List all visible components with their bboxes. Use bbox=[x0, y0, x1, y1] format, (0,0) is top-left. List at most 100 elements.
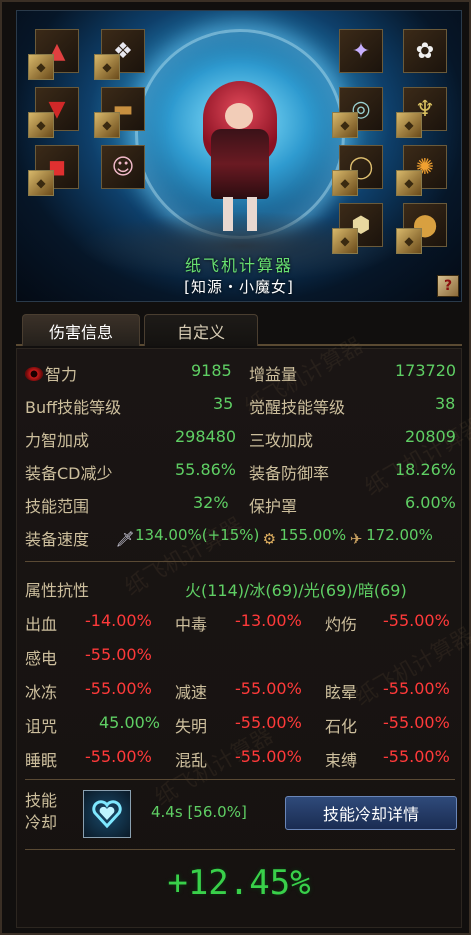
status-label: 减速 bbox=[175, 683, 208, 702]
intelligence-value: 9185 bbox=[191, 361, 232, 380]
equip-cd-reduction-label: 装备CD减少 bbox=[25, 464, 113, 483]
shield-value: 6.00% bbox=[405, 493, 456, 512]
app-frame: ▲ ◆ ❖ ◆ ▼ ◆ ▬ ◆ ◼ ◆ ☺ ✦ ✿ ◎ ◆ ♆ ◆ ◯ ◆ ✺ … bbox=[0, 0, 471, 935]
status-label: 出血 bbox=[25, 615, 58, 634]
shield-label: 保护罩 bbox=[249, 497, 298, 516]
cooldown-detail-button[interactable]: 技能冷却详情 bbox=[285, 796, 457, 830]
status-value: -55.00% bbox=[383, 611, 450, 630]
buff-skill-level-value: 35 bbox=[213, 394, 234, 413]
character-class: [知源・小魔女] bbox=[184, 278, 294, 296]
status-label: 感电 bbox=[25, 649, 58, 668]
status-row: 诅咒 45.00% 失明 -55.00% 石化 -55.00% bbox=[17, 709, 461, 739]
status-label: 中毒 bbox=[175, 615, 208, 634]
equip-defense-rate-value: 18.26% bbox=[395, 460, 457, 479]
three-atk-bonus-value: 20809 bbox=[405, 427, 456, 446]
status-value: 45.00% bbox=[99, 713, 161, 732]
equip-slot-necklace[interactable]: ♆ ◆ bbox=[396, 87, 447, 138]
status-value: -55.00% bbox=[235, 679, 302, 698]
emblem-icon: ◆ bbox=[332, 170, 358, 196]
awakening-skill-level-value: 38 bbox=[435, 394, 456, 413]
stat-row-speed: 装备速度 🗡134.00%(+15%) ⚙ 155.00% ✈ 172.00% bbox=[17, 522, 461, 552]
equip-slot-magic-stone[interactable]: ⬢ ◆ bbox=[332, 203, 383, 254]
equip-slot-support[interactable]: ✺ ◆ bbox=[396, 145, 447, 196]
weapon-icon: ✦ bbox=[351, 38, 371, 64]
cast-speed-value: 155.00% bbox=[279, 526, 347, 544]
status-row: 冰冻 -55.00% 减速 -55.00% 眩晕 -55.00% bbox=[17, 675, 461, 705]
character-legs bbox=[223, 197, 257, 231]
status-value: -55.00% bbox=[85, 679, 152, 698]
stat-row: Buff技能等级 35 觉醒技能等级 38 bbox=[17, 390, 461, 420]
character-sprite bbox=[185, 81, 295, 231]
eye-icon bbox=[25, 367, 43, 381]
character-name: 纸飞机计算器 bbox=[184, 256, 293, 275]
status-label: 眩晕 bbox=[325, 683, 358, 702]
status-label: 束缚 bbox=[325, 751, 358, 770]
str-int-bonus-label: 力智加成 bbox=[25, 431, 90, 450]
equip-slot-shoulder[interactable]: ❖ ◆ bbox=[94, 29, 145, 80]
str-int-bonus-value: 298480 bbox=[175, 427, 237, 446]
status-label: 失明 bbox=[175, 717, 208, 736]
gain-label: 增益量 bbox=[249, 365, 298, 384]
stat-row: 技能范围 32% 保护罩 6.00% bbox=[17, 489, 461, 519]
emblem-icon: ◆ bbox=[28, 170, 54, 196]
equip-slot-title[interactable]: ✿ bbox=[403, 29, 447, 73]
equip-slot-hat[interactable]: ▲ ◆ bbox=[28, 29, 79, 80]
status-value: -55.00% bbox=[383, 747, 450, 766]
equip-slot-bracelet[interactable]: ◎ ◆ bbox=[332, 87, 383, 138]
divider bbox=[25, 849, 455, 850]
tab-bar: 伤害信息 自定义 bbox=[16, 314, 462, 346]
help-book-icon[interactable]: ? bbox=[437, 275, 459, 297]
equip-slot-earring[interactable]: ⬤ ◆ bbox=[396, 203, 447, 254]
character-panel: ▲ ◆ ❖ ◆ ▼ ◆ ▬ ◆ ◼ ◆ ☺ ✦ ✿ ◎ ◆ ♆ ◆ ◯ ◆ ✺ … bbox=[16, 10, 462, 302]
resistance-values: 火(114)/冰(69)/光(69)/暗(69) bbox=[185, 581, 407, 600]
status-row: 出血 -14.00% 中毒 -13.00% 灼伤 -55.00% bbox=[17, 607, 461, 637]
status-value: -55.00% bbox=[85, 747, 152, 766]
equip-slot-ring[interactable]: ◯ ◆ bbox=[332, 145, 383, 196]
buff-skill-level-label: Buff技能等级 bbox=[25, 398, 122, 417]
three-atk-bonus-label: 三攻加成 bbox=[249, 431, 314, 450]
attack-speed-icon: 🗡 bbox=[115, 530, 135, 548]
equip-cd-reduction-value: 55.86% bbox=[175, 460, 237, 479]
status-value: -55.00% bbox=[383, 679, 450, 698]
heart-icon bbox=[92, 800, 122, 829]
equip-slot-weapon[interactable]: ✦ bbox=[339, 29, 383, 73]
stat-row: 智力 9185 增益量 173720 bbox=[17, 357, 461, 387]
status-label: 冰冻 bbox=[25, 683, 58, 702]
stat-row: 力智加成 298480 三攻加成 20809 bbox=[17, 423, 461, 453]
status-label: 诅咒 bbox=[25, 717, 58, 736]
status-value: -55.00% bbox=[85, 645, 152, 664]
divider bbox=[25, 779, 455, 780]
status-label: 灼伤 bbox=[325, 615, 358, 634]
emblem-icon: ◆ bbox=[396, 112, 422, 138]
cooldown-value: 4.4s [56.0%] bbox=[151, 803, 247, 821]
status-label: 混乱 bbox=[175, 751, 208, 770]
equip-slot-top[interactable]: ▼ ◆ bbox=[28, 87, 79, 138]
tab-damage-info[interactable]: 伤害信息 bbox=[22, 314, 140, 346]
status-row: 睡眠 -55.00% 混乱 -55.00% 束缚 -55.00% bbox=[17, 743, 461, 773]
emblem-icon: ◆ bbox=[332, 228, 358, 254]
move-speed-value: 172.00% bbox=[366, 526, 433, 544]
attack-speed-value: 134.00%(+15%) bbox=[135, 526, 260, 544]
status-label: 睡眠 bbox=[25, 751, 58, 770]
cooldown-label-line2: 冷却 bbox=[25, 813, 58, 832]
status-row: 感电 -55.00% bbox=[17, 641, 461, 671]
equip-slot-belt[interactable]: ▬ ◆ bbox=[94, 87, 145, 138]
equip-slot-bottom[interactable]: ◼ ◆ bbox=[28, 145, 79, 196]
emblem-icon: ◆ bbox=[94, 112, 120, 138]
skill-range-label: 技能范围 bbox=[25, 497, 90, 516]
character-body bbox=[211, 129, 269, 199]
emblem-icon: ◆ bbox=[28, 112, 54, 138]
resistance-row: 属性抗性 火(114)/冰(69)/光(69)/暗(69) bbox=[17, 573, 461, 603]
emblem-icon: ◆ bbox=[94, 54, 120, 80]
status-value: -55.00% bbox=[235, 713, 302, 732]
equip-speed-label: 装备速度 bbox=[25, 530, 90, 549]
speed-values: 🗡134.00%(+15%) ⚙ 155.00% ✈ 172.00% bbox=[115, 526, 433, 549]
avatar-portrait-icon: ☺ bbox=[111, 154, 135, 180]
character-face bbox=[225, 103, 253, 129]
skill-cooldown-heart-icon[interactable] bbox=[83, 790, 131, 838]
status-value: -55.00% bbox=[235, 747, 302, 766]
equip-slot-avatar[interactable]: ☺ bbox=[101, 145, 145, 189]
title-icon: ✿ bbox=[415, 38, 435, 64]
tab-custom[interactable]: 自定义 bbox=[144, 314, 258, 346]
divider bbox=[25, 561, 455, 562]
